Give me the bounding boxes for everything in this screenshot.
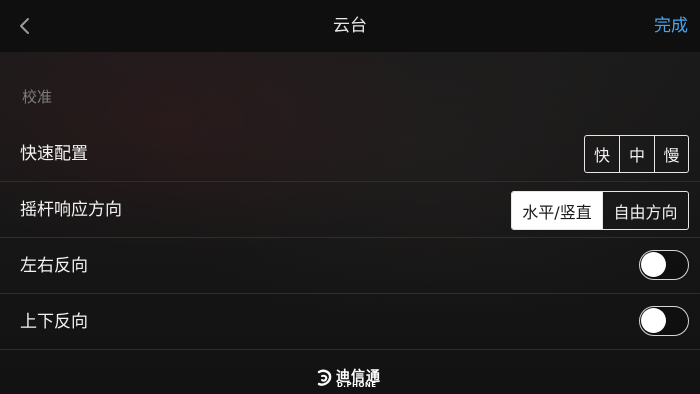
row-joystick-direction: 摇杆响应方向 水平/竖直 自由方向 [0, 182, 700, 238]
row-divider [0, 349, 700, 350]
row-left-right-reverse: 左右反向 [0, 238, 700, 294]
segment-slow[interactable]: 慢 [654, 136, 688, 172]
done-button[interactable]: 完成 [654, 0, 688, 52]
row-up-down-reverse: 上下反向 [0, 294, 700, 350]
row-label: 快速配置 [20, 144, 88, 164]
segment-fast[interactable]: 快 [585, 136, 619, 172]
navigation-bar: 云台 完成 [0, 0, 700, 52]
row-label: 上下反向 [20, 312, 88, 332]
dphone-logo-icon [317, 369, 332, 386]
quick-config-segmented-control: 快 中 慢 [584, 135, 689, 173]
row-label: 摇杆响应方向 [20, 200, 122, 220]
joystick-direction-segmented-control: 水平/竖直 自由方向 [511, 191, 689, 230]
segment-horizontal-vertical[interactable]: 水平/竖直 [512, 192, 602, 229]
up-down-reverse-toggle[interactable] [639, 306, 689, 336]
section-header-calibration: 校准 [22, 88, 53, 106]
segment-medium[interactable]: 中 [619, 136, 654, 172]
toggle-knob [641, 252, 666, 277]
row-quick-config: 快速配置 快 中 慢 [0, 126, 700, 182]
segment-free-direction[interactable]: 自由方向 [602, 192, 688, 229]
toggle-knob [641, 308, 666, 333]
row-label: 左右反向 [20, 256, 88, 276]
watermark-text-en: D.PHONE [337, 381, 377, 389]
page-title: 云台 [333, 16, 367, 36]
gimbal-settings-screen: 云台 完成 校准 快速配置 快 中 慢 摇杆响应方向 水平/竖直 自由方向 左右… [0, 0, 700, 394]
left-right-reverse-toggle[interactable] [639, 250, 689, 280]
